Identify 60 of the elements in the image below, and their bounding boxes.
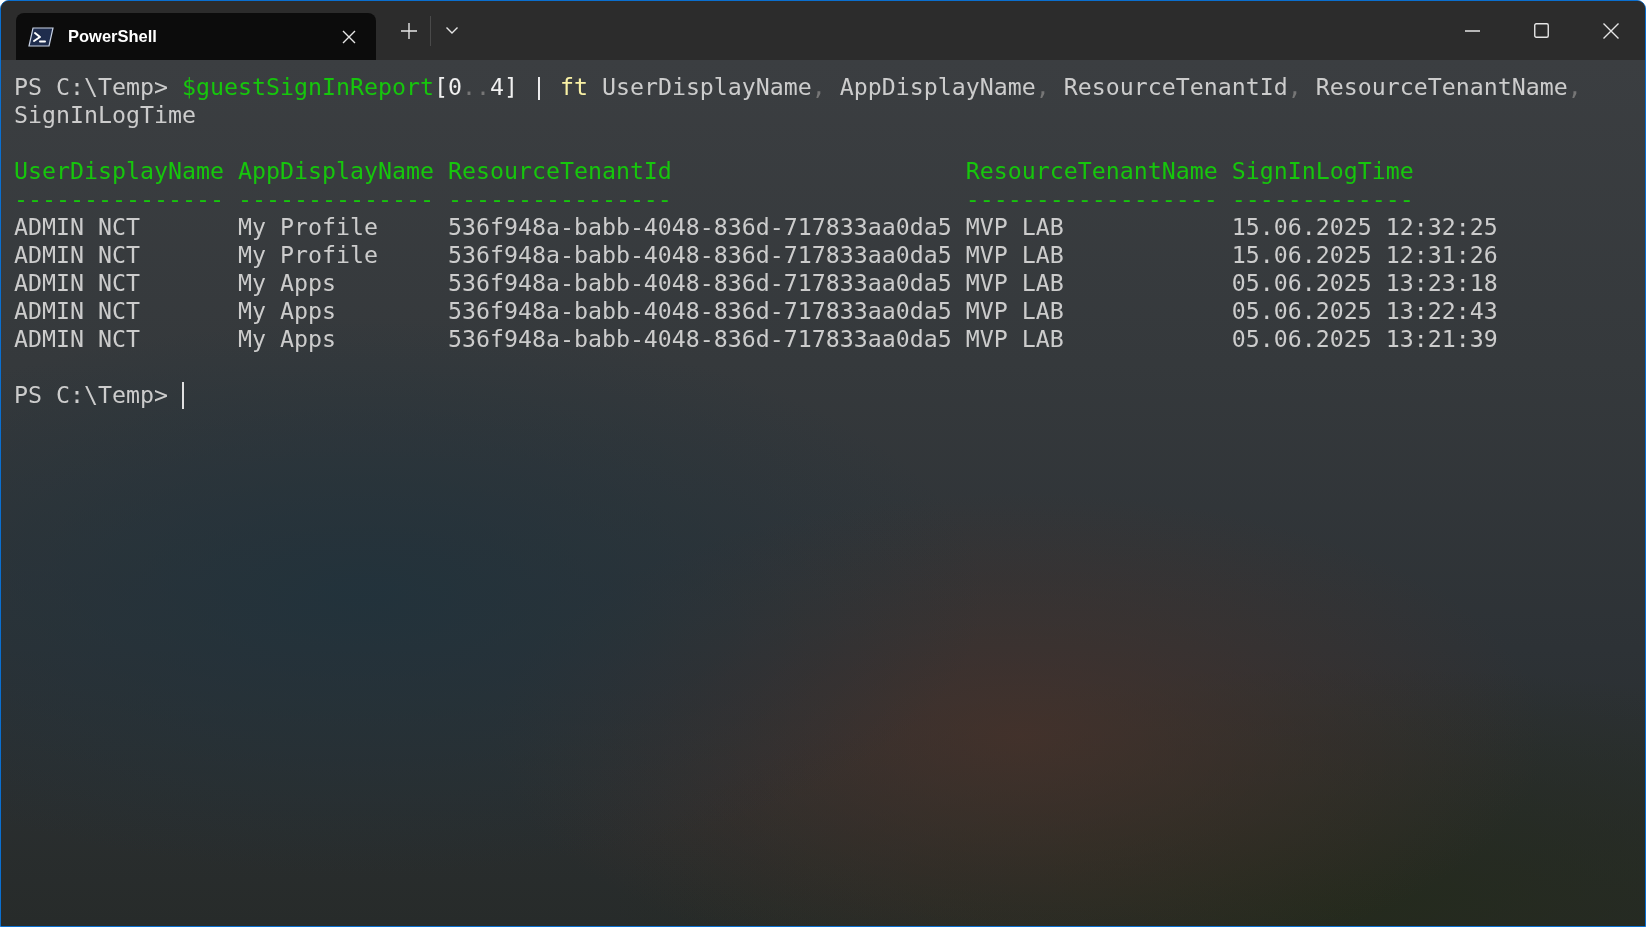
- table-cell: My Apps: [237, 297, 336, 325]
- table-cell: 536f948a-babb-4048-836d-717833aa0da5: [447, 213, 952, 241]
- table-cell: MVP LAB: [965, 297, 1064, 325]
- argument-text: UserDisplayName: [601, 73, 812, 101]
- variable-text: $guestSignInReport: [181, 73, 434, 101]
- argument-text: SignInLogTime: [14, 101, 196, 129]
- operator-text: 4]: [489, 73, 518, 101]
- table-cell: ADMIN NCT: [14, 325, 140, 353]
- table-cell: MVP LAB: [965, 241, 1064, 269]
- header-underline: --------------: [237, 185, 434, 213]
- column-header: ResourceTenantName: [965, 157, 1218, 185]
- table-cell: My Profile: [237, 213, 378, 241]
- close-icon: [342, 29, 356, 44]
- header-underline: ----------------: [447, 185, 672, 213]
- column-header: UserDisplayName: [14, 157, 224, 185]
- operator-text: |: [531, 73, 546, 101]
- separator-text: ..: [461, 73, 490, 101]
- table-cell: ADMIN NCT: [14, 297, 140, 325]
- table-cell: ADMIN NCT: [14, 213, 140, 241]
- argument-text: ResourceTenantName: [1315, 73, 1568, 101]
- close-icon: [1602, 22, 1619, 39]
- operator-text: [0: [433, 73, 462, 101]
- header-underline: ------------------: [965, 185, 1218, 213]
- column-header: ResourceTenantId: [447, 157, 672, 185]
- chevron-down-icon: [446, 27, 458, 34]
- table-cell: My Apps: [237, 325, 336, 353]
- table-cell: 536f948a-babb-4048-836d-717833aa0da5: [447, 297, 952, 325]
- command-text: ft: [559, 73, 588, 101]
- separator-text: ,: [1287, 73, 1302, 101]
- terminal-icon: [28, 26, 54, 47]
- table-cell: MVP LAB: [965, 325, 1064, 353]
- table-cell: My Profile: [237, 241, 378, 269]
- header-underline: -------------: [1231, 185, 1414, 213]
- argument-text: AppDisplayName: [839, 73, 1036, 101]
- table-cell: ADMIN NCT: [14, 269, 140, 297]
- table-cell: 536f948a-babb-4048-836d-717833aa0da5: [447, 241, 952, 269]
- table-cell: My Apps: [237, 269, 336, 297]
- table-cell: 05.06.2025 13:22:43: [1231, 297, 1498, 325]
- prompt-text: PS C:\Temp>: [14, 381, 168, 409]
- table-cell: 05.06.2025 13:21:39: [1231, 325, 1498, 353]
- prompt-text: PS C:\Temp>: [14, 73, 168, 101]
- header-underline: ---------------: [14, 185, 224, 213]
- table-cell: 536f948a-babb-4048-836d-717833aa0da5: [447, 269, 952, 297]
- terminal-tab[interactable]: PowerShell: [16, 13, 376, 60]
- separator-text: ,: [1567, 73, 1582, 101]
- table-cell: 536f948a-babb-4048-836d-717833aa0da5: [447, 325, 952, 353]
- maximize-icon: [1534, 23, 1549, 38]
- table-cell: MVP LAB: [965, 269, 1064, 297]
- column-header: AppDisplayName: [237, 157, 434, 185]
- plus-icon: [401, 22, 417, 39]
- separator-text: ,: [1035, 73, 1050, 101]
- table-cell: MVP LAB: [965, 213, 1064, 241]
- argument-text: ResourceTenantId: [1063, 73, 1288, 101]
- table-cell: 15.06.2025 12:32:25: [1231, 213, 1498, 241]
- column-header: SignInLogTime: [1231, 157, 1414, 185]
- table-cell: 05.06.2025 13:23:18: [1231, 269, 1498, 297]
- table-cell: 15.06.2025 12:31:26: [1231, 241, 1498, 269]
- minimize-icon: [1465, 29, 1480, 32]
- separator-text: ,: [811, 73, 826, 101]
- table-cell: ADMIN NCT: [14, 241, 140, 269]
